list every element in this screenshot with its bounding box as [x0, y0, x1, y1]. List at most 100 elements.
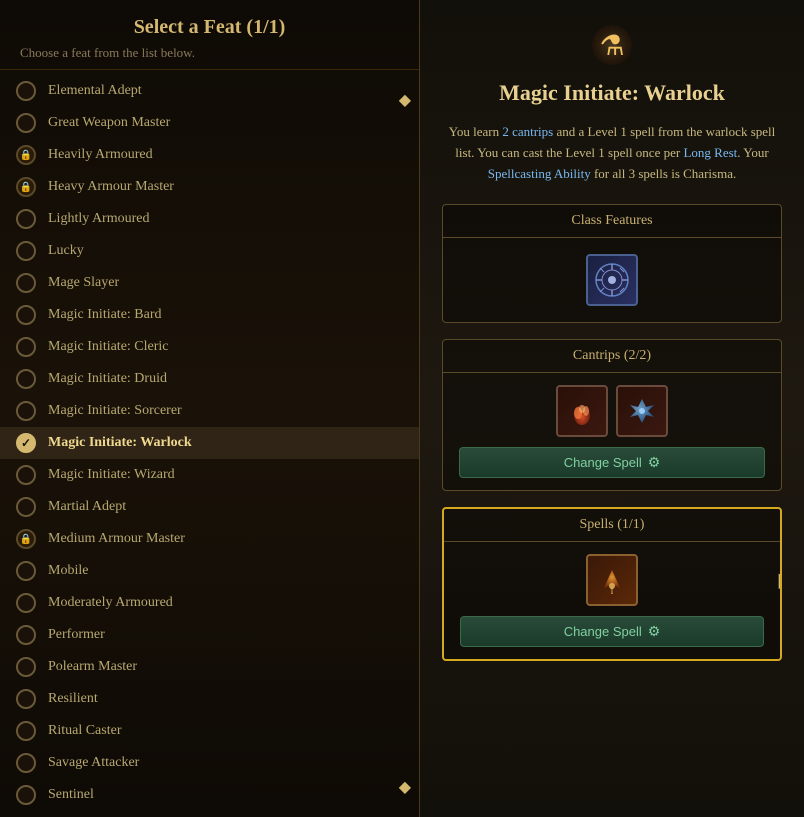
radio-savage-attacker	[16, 753, 36, 773]
change-spell-label: Change Spell	[564, 624, 642, 639]
feat-name-sentinel: Sentinel	[48, 787, 94, 803]
detail-icon-container: ⚗	[582, 20, 642, 70]
radio-lightly-armoured	[16, 209, 36, 229]
detail-description: You learn 2 cantrips and a Level 1 spell…	[442, 122, 782, 184]
feat-name-magic-initiate-bard: Magic Initiate: Bard	[48, 307, 162, 323]
feat-item-mage-slayer[interactable]: Mage Slayer	[0, 267, 419, 299]
spell-icons: I ▶	[460, 554, 764, 606]
radio-magic-initiate-druid	[16, 369, 36, 389]
feat-name-magic-initiate-cleric: Magic Initiate: Cleric	[48, 339, 169, 355]
feat-item-martial-adept[interactable]: Martial Adept	[0, 491, 419, 523]
detail-title: Magic Initiate: Warlock	[499, 80, 725, 106]
cantrips-highlight: 2 cantrips	[502, 124, 553, 139]
feat-item-elemental-adept[interactable]: Elemental Adept	[0, 75, 419, 107]
class-feature-icon	[586, 254, 638, 306]
feat-item-heavily-armoured[interactable]: Heavily Armoured	[0, 139, 419, 171]
feat-item-magic-initiate-bard[interactable]: Magic Initiate: Bard	[0, 299, 419, 331]
warlock-icon: ⚗	[587, 20, 637, 70]
radio-great-weapon-master	[16, 113, 36, 133]
feat-name-performer: Performer	[48, 627, 105, 643]
class-features-title: Class Features	[443, 205, 781, 238]
radio-magic-initiate-sorcerer	[16, 401, 36, 421]
class-features-content	[443, 238, 781, 322]
feat-item-magic-initiate-warlock[interactable]: Magic Initiate: Warlock	[0, 427, 419, 459]
feat-name-polearm-master: Polearm Master	[48, 659, 137, 675]
spells-box: Spells (1/1) I	[442, 507, 782, 661]
feat-item-magic-initiate-cleric[interactable]: Magic Initiate: Cleric	[0, 331, 419, 363]
feat-name-magic-initiate-warlock: Magic Initiate: Warlock	[48, 435, 192, 451]
feat-name-mobile: Mobile	[48, 563, 88, 579]
feat-item-mobile[interactable]: Mobile	[0, 555, 419, 587]
feat-name-heavy-armour-master: Heavy Armour Master	[48, 179, 174, 195]
class-features-box: Class Features	[442, 204, 782, 323]
feat-name-heavily-armoured: Heavily Armoured	[48, 147, 153, 163]
feat-name-ritual-caster: Ritual Caster	[48, 723, 122, 739]
right-panel: ⚗ Magic Initiate: Warlock You learn 2 ca…	[420, 0, 804, 817]
feat-item-great-weapon-master[interactable]: Great Weapon Master	[0, 107, 419, 139]
feat-name-lucky: Lucky	[48, 243, 84, 259]
radio-mage-slayer	[16, 273, 36, 293]
feat-name-savage-attacker: Savage Attacker	[48, 755, 139, 771]
feat-item-sentinel[interactable]: Sentinel	[0, 779, 419, 811]
feat-item-ritual-caster[interactable]: Ritual Caster	[0, 715, 419, 747]
change-cantrip-spell-label: Change Spell	[564, 455, 642, 470]
change-cantrip-spell-button[interactable]: Change Spell ⚙	[459, 447, 765, 478]
feat-item-sharpshooter[interactable]: Sharpshooter	[0, 811, 419, 817]
feat-name-medium-armour-master: Medium Armour Master	[48, 531, 185, 547]
feat-name-martial-adept: Martial Adept	[48, 499, 126, 515]
radio-medium-armour-master	[16, 529, 36, 549]
spell-icon-1[interactable]: I	[586, 554, 638, 606]
feat-name-great-weapon-master: Great Weapon Master	[48, 115, 170, 131]
svg-text:I: I	[611, 587, 614, 596]
radio-performer	[16, 625, 36, 645]
feat-name-mage-slayer: Mage Slayer	[48, 275, 119, 291]
cantrips-content: Change Spell ⚙	[443, 373, 781, 490]
radio-ritual-caster	[16, 721, 36, 741]
spells-content: I ▶ Change Spell ⚙	[444, 542, 780, 659]
radio-magic-initiate-bard	[16, 305, 36, 325]
feat-name-magic-initiate-druid: Magic Initiate: Druid	[48, 371, 167, 387]
feat-name-lightly-armoured: Lightly Armoured	[48, 211, 150, 227]
cantrip-icon-1[interactable]	[556, 385, 608, 437]
left-panel: Select a Feat (1/1) Choose a feat from t…	[0, 0, 420, 817]
spellcasting-highlight: Spellcasting Ability	[488, 166, 591, 181]
change-spell-button[interactable]: Change Spell ⚙	[460, 616, 764, 647]
feat-item-savage-attacker[interactable]: Savage Attacker	[0, 747, 419, 779]
feat-item-magic-initiate-sorcerer[interactable]: Magic Initiate: Sorcerer	[0, 395, 419, 427]
radio-elemental-adept	[16, 81, 36, 101]
next-spell-arrow[interactable]: ▶	[779, 568, 782, 593]
feat-item-performer[interactable]: Performer	[0, 619, 419, 651]
feat-item-lucky[interactable]: Lucky	[0, 235, 419, 267]
feat-item-polearm-master[interactable]: Polearm Master	[0, 651, 419, 683]
feat-item-heavy-armour-master[interactable]: Heavy Armour Master	[0, 171, 419, 203]
feat-item-magic-initiate-wizard[interactable]: Magic Initiate: Wizard	[0, 459, 419, 491]
radio-heavy-armour-master	[16, 177, 36, 197]
radio-resilient	[16, 689, 36, 709]
cantrips-box: Cantrips (2/2)	[442, 339, 782, 491]
feat-name-magic-initiate-sorcerer: Magic Initiate: Sorcerer	[48, 403, 182, 419]
cantrip-icons	[459, 385, 765, 437]
feat-item-magic-initiate-druid[interactable]: Magic Initiate: Druid	[0, 363, 419, 395]
feat-name-resilient: Resilient	[48, 691, 98, 707]
spells-header: Spells (1/1)	[444, 509, 780, 542]
gear-icon-cantrips: ⚙	[648, 454, 661, 471]
feat-name-elemental-adept: Elemental Adept	[48, 83, 142, 99]
radio-mobile	[16, 561, 36, 581]
feat-item-medium-armour-master[interactable]: Medium Armour Master	[0, 523, 419, 555]
feat-item-resilient[interactable]: Resilient	[0, 683, 419, 715]
long-rest-highlight: Long Rest	[683, 145, 737, 160]
radio-magic-initiate-wizard	[16, 465, 36, 485]
feat-item-moderately-armoured[interactable]: Moderately Armoured	[0, 587, 419, 619]
radio-sentinel	[16, 785, 36, 805]
radio-heavily-armoured	[16, 145, 36, 165]
feat-name-magic-initiate-wizard: Magic Initiate: Wizard	[48, 467, 175, 483]
radio-moderately-armoured	[16, 593, 36, 613]
svg-text:⚗: ⚗	[599, 31, 624, 62]
feat-item-lightly-armoured[interactable]: Lightly Armoured	[0, 203, 419, 235]
cantrip-icon-2[interactable]	[616, 385, 668, 437]
radio-lucky	[16, 241, 36, 261]
radio-polearm-master	[16, 657, 36, 677]
panel-header: Select a Feat (1/1) Choose a feat from t…	[0, 0, 419, 70]
feat-name-moderately-armoured: Moderately Armoured	[48, 595, 173, 611]
panel-subtitle: Choose a feat from the list below.	[20, 45, 399, 61]
